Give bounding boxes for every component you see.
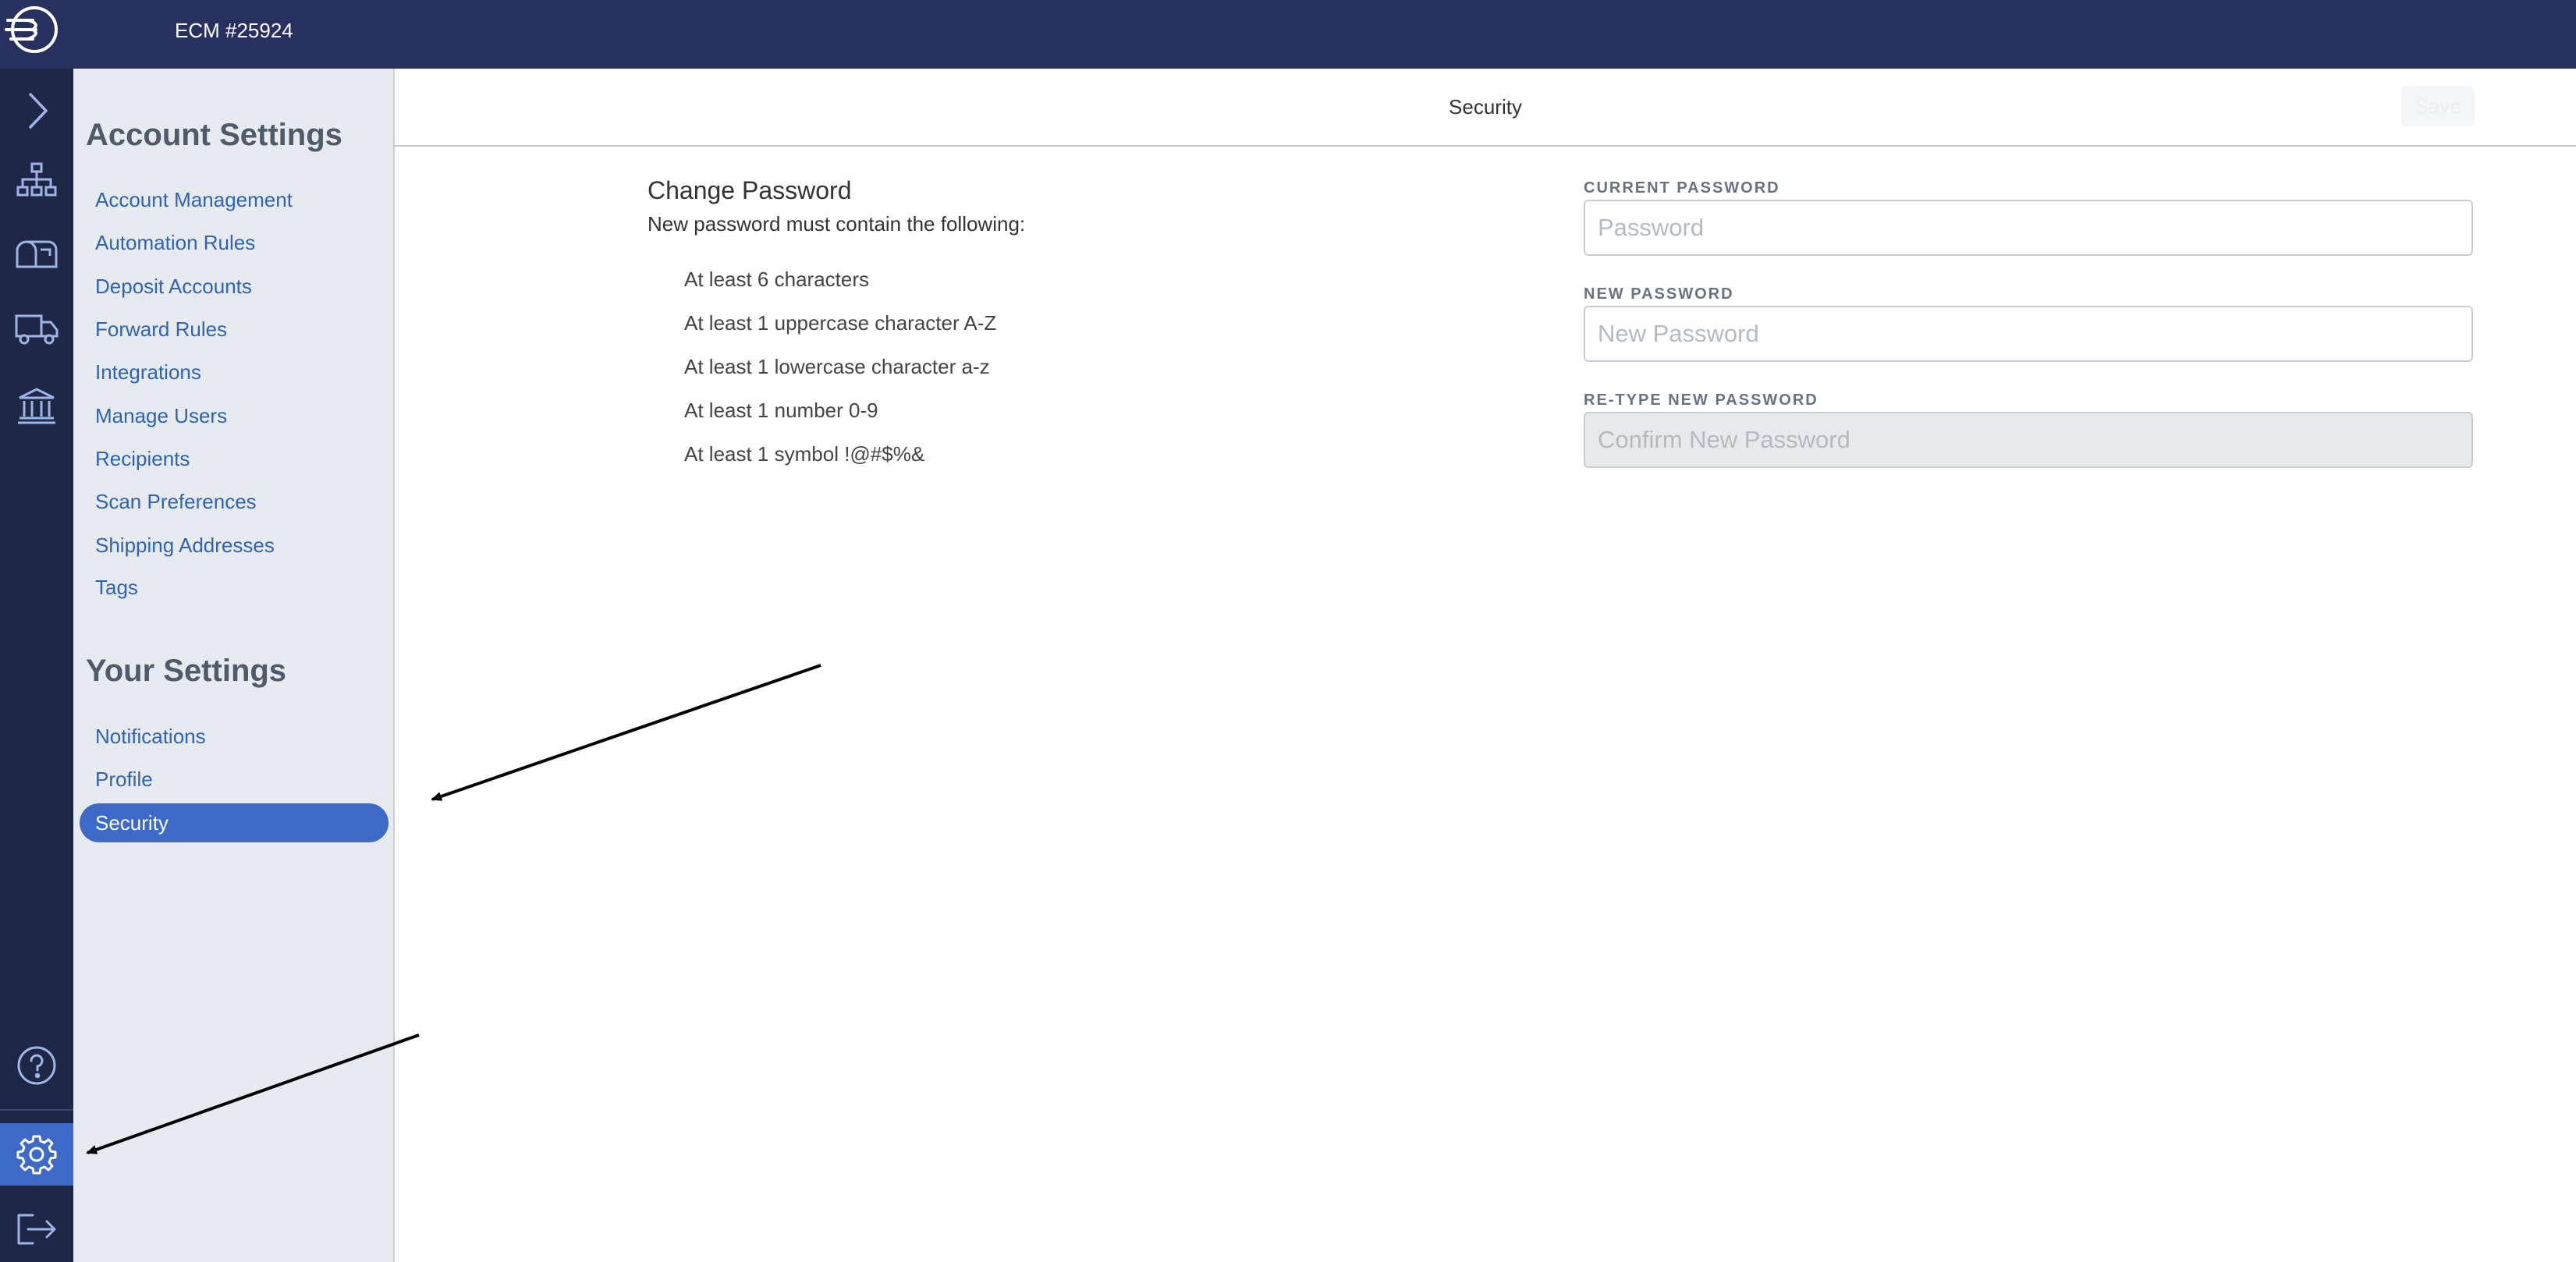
rail-divider bbox=[0, 1109, 73, 1111]
sidebar-item-account-management[interactable]: Account Management bbox=[80, 180, 389, 219]
rail-sitemap-button[interactable] bbox=[0, 148, 73, 211]
delivery-truck-icon bbox=[15, 313, 59, 346]
sidebar-item-forward-rules[interactable]: Forward Rules bbox=[80, 310, 389, 349]
password-rule: At least 1 uppercase character A-Z bbox=[684, 311, 997, 335]
sidebar-item-manage-users[interactable]: Manage Users bbox=[80, 396, 389, 435]
content-header: Security Save bbox=[395, 69, 2576, 147]
sidebar-item-shipping-addresses[interactable]: Shipping Addresses bbox=[80, 526, 389, 565]
confirm-password-label: RE-TYPE NEW PASSWORD bbox=[1584, 392, 1818, 409]
current-password-label: CURRENT PASSWORD bbox=[1584, 179, 1780, 197]
rail-mailbox-button[interactable] bbox=[0, 223, 73, 285]
rail-logout-button[interactable] bbox=[0, 1198, 73, 1260]
settings-sidebar: Account Settings Account Management Auto… bbox=[73, 69, 395, 1262]
sidebar-item-integrations[interactable]: Integrations bbox=[80, 353, 389, 392]
sidebar-item-security[interactable]: Security bbox=[80, 803, 389, 842]
confirm-password-input[interactable] bbox=[1584, 412, 2473, 468]
sidebar-item-scan-preferences[interactable]: Scan Preferences bbox=[80, 482, 389, 521]
password-rule: At least 6 characters bbox=[684, 268, 869, 291]
expand-button[interactable] bbox=[0, 80, 73, 142]
new-password-label: NEW PASSWORD bbox=[1584, 285, 1734, 303]
current-password-input[interactable] bbox=[1584, 200, 2473, 256]
sidebar-item-deposit-accounts[interactable]: Deposit Accounts bbox=[80, 267, 389, 306]
account-title: ECM #25924 bbox=[175, 19, 293, 42]
rail-shipping-button[interactable] bbox=[0, 298, 73, 360]
account-settings-heading: Account Settings bbox=[86, 118, 342, 152]
sidebar-item-automation-rules[interactable]: Automation Rules bbox=[80, 223, 389, 262]
password-rule: At least 1 number 0-9 bbox=[684, 399, 878, 422]
rail-settings-button[interactable] bbox=[0, 1123, 73, 1186]
chevron-right-icon bbox=[21, 91, 52, 130]
top-bar: ECM #25924 bbox=[0, 0, 2576, 69]
password-rule: At least 1 symbol !@#$%& bbox=[684, 442, 925, 466]
sidebar-item-profile[interactable]: Profile bbox=[80, 760, 389, 799]
stamp-logo-icon[interactable] bbox=[5, 3, 59, 58]
password-rule: At least 1 lowercase character a-z bbox=[684, 355, 990, 378]
help-icon bbox=[16, 1045, 57, 1086]
password-requirements-intro: New password must contain the following: bbox=[648, 212, 1026, 236]
your-settings-heading: Your Settings bbox=[86, 654, 287, 688]
settings-gear-icon bbox=[16, 1134, 57, 1175]
save-button[interactable]: Save bbox=[2401, 86, 2475, 126]
change-password-title: Change Password bbox=[648, 176, 852, 204]
sidebar-item-notifications[interactable]: Notifications bbox=[80, 717, 389, 756]
sidebar-item-tags[interactable]: Tags bbox=[80, 568, 389, 607]
sitemap-icon bbox=[16, 162, 57, 197]
rail-help-button[interactable] bbox=[0, 1034, 73, 1097]
sidebar-item-recipients[interactable]: Recipients bbox=[80, 439, 389, 478]
mailbox-icon bbox=[16, 239, 58, 270]
rail-bank-button[interactable] bbox=[0, 374, 73, 437]
bank-icon bbox=[17, 387, 56, 424]
page-title: Security bbox=[1449, 95, 1522, 119]
new-password-input[interactable] bbox=[1584, 306, 2473, 362]
logout-icon bbox=[16, 1212, 58, 1246]
arrow-to-security-item bbox=[431, 664, 821, 801]
